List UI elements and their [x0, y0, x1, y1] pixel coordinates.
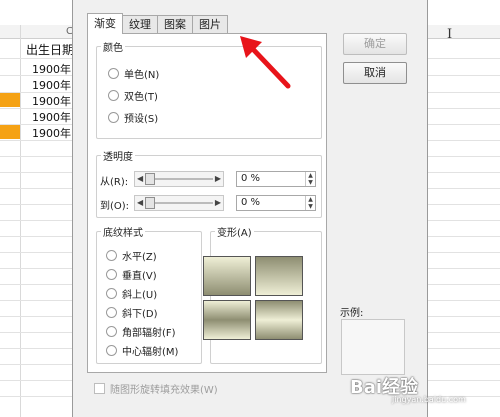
radio-diagonal-down[interactable]: 斜下(D)	[106, 305, 158, 320]
to-slider[interactable]: ◀ ▶	[134, 195, 224, 211]
radio-label: 单色(N)	[124, 70, 160, 81]
radio-label: 斜上(U)	[122, 290, 158, 301]
radio-label: 中心辐射(M)	[122, 347, 179, 358]
from-percent-field[interactable]: 0 % ▲ ▼	[236, 171, 316, 187]
highlighted-cell[interactable]	[0, 125, 20, 139]
variant-swatch-2[interactable]	[255, 256, 303, 296]
checkbox-label: 随图形旋转填充效果(W)	[110, 385, 218, 396]
tab-picture[interactable]: 图片	[192, 15, 228, 34]
radio-label: 角部辐射(F)	[122, 328, 176, 339]
slider-left-arrow-icon[interactable]: ◀	[137, 198, 143, 207]
tab-texture[interactable]: 纹理	[122, 15, 158, 34]
color-group-legend: 颜色	[103, 43, 123, 54]
radio-diagonal-up[interactable]: 斜上(U)	[106, 286, 157, 301]
variants-legend: 变形(A)	[217, 228, 252, 239]
from-label: 从(R):	[100, 177, 129, 188]
radio-circle-icon[interactable]	[106, 250, 117, 261]
date-cell[interactable]: 1900年	[32, 125, 71, 141]
tab-bar: 渐变 纹理 图案 图片	[87, 13, 228, 34]
radio-from-corner[interactable]: 角部辐射(F)	[106, 324, 176, 339]
text-cursor-icon: I	[447, 27, 453, 42]
radio-two-colors[interactable]: 双色(T)	[108, 88, 158, 103]
variant-swatch-4[interactable]	[255, 300, 303, 340]
radio-circle-icon[interactable]	[106, 269, 117, 280]
radio-horizontal[interactable]: 水平(Z)	[106, 248, 157, 263]
variant-swatch-1[interactable]	[203, 256, 251, 296]
radio-circle-icon[interactable]	[108, 90, 119, 101]
radio-circle-icon[interactable]	[106, 288, 117, 299]
radio-label: 垂直(V)	[122, 271, 157, 282]
shading-style-legend: 底纹样式	[103, 228, 143, 239]
radio-vertical[interactable]: 垂直(V)	[106, 267, 157, 282]
date-cell[interactable]: 1900年	[32, 61, 71, 77]
from-slider[interactable]: ◀ ▶	[134, 171, 224, 187]
transparency-group-legend: 透明度	[103, 152, 133, 163]
ok-button[interactable]: 确定	[343, 33, 407, 55]
tab-gradient[interactable]: 渐变	[87, 13, 123, 34]
spinner-arrows-icon[interactable]: ▲ ▼	[305, 172, 315, 186]
date-cell[interactable]: 1900年	[32, 93, 71, 109]
radio-label: 斜下(D)	[122, 309, 158, 320]
sample-preview	[341, 319, 405, 375]
checkbox-icon[interactable]	[94, 383, 105, 394]
header-cell-birthdate[interactable]: 出生日期	[26, 41, 74, 58]
highlighted-cell[interactable]	[0, 93, 20, 107]
radio-label: 水平(Z)	[122, 252, 157, 263]
to-label: 到(O):	[100, 201, 130, 212]
to-percent-field[interactable]: 0 % ▲ ▼	[236, 195, 316, 211]
from-percent-value: 0 %	[241, 173, 261, 184]
radio-preset[interactable]: 预设(S)	[108, 110, 158, 125]
date-cell[interactable]: 1900年	[32, 109, 71, 125]
spinner-arrows-icon[interactable]: ▲ ▼	[305, 196, 315, 210]
to-percent-value: 0 %	[241, 197, 261, 208]
date-cell[interactable]: 1900年	[32, 77, 71, 93]
variant-swatch-3[interactable]	[203, 300, 251, 340]
red-arrow-icon	[240, 36, 291, 89]
radio-circle-icon[interactable]	[106, 307, 117, 318]
slider-thumb[interactable]	[145, 173, 155, 185]
radio-from-center[interactable]: 中心辐射(M)	[106, 343, 178, 358]
radio-circle-icon[interactable]	[106, 345, 117, 356]
radio-circle-icon[interactable]	[108, 112, 119, 123]
slider-right-arrow-icon[interactable]: ▶	[215, 174, 221, 183]
variants-grid	[201, 254, 309, 347]
cancel-button[interactable]: 取消	[343, 62, 407, 84]
radio-circle-icon[interactable]	[106, 326, 117, 337]
slider-left-arrow-icon[interactable]: ◀	[137, 174, 143, 183]
radio-circle-icon[interactable]	[108, 68, 119, 79]
radio-label: 预设(S)	[124, 114, 159, 125]
sample-label: 示例:	[340, 308, 364, 319]
radio-label: 双色(T)	[124, 92, 158, 103]
rotate-with-shape-checkbox[interactable]: 随图形旋转填充效果(W)	[94, 381, 218, 396]
watermark-url: jingyan.baidu.com	[392, 395, 466, 404]
tab-pattern[interactable]: 图案	[157, 15, 193, 34]
slider-right-arrow-icon[interactable]: ▶	[215, 198, 221, 207]
radio-one-color[interactable]: 单色(N)	[108, 66, 159, 81]
slider-thumb[interactable]	[145, 197, 155, 209]
